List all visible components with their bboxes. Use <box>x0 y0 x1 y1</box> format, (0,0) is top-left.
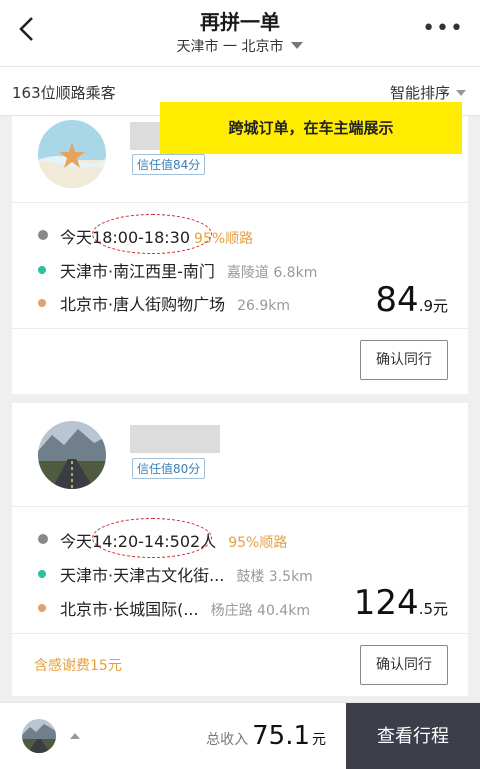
divider <box>12 633 468 634</box>
sort-dropdown[interactable]: 智能排序 <box>390 82 466 103</box>
divider <box>12 202 468 203</box>
order-card[interactable]: 信任值80分 今天14:20-14:502人 95%顺路 天津市·天津古文化街..… <box>12 403 468 696</box>
destination-distance: 杨庄路 40.4km <box>210 603 310 619</box>
total-income: 总收入 75.1 元 <box>206 721 326 751</box>
clock-icon <box>38 534 48 544</box>
passenger-avatar <box>38 421 106 489</box>
origin-row: 天津市·天津古文化街... 鼓楼 3.5km <box>38 562 313 586</box>
trust-badge: 信任值84分 <box>132 154 206 175</box>
passenger-count: 163位顺路乘客 <box>12 84 116 102</box>
driver-avatar[interactable] <box>22 719 56 753</box>
bottom-bar: 总收入 75.1 元 查看行程 <box>0 702 480 769</box>
destination-dot-icon <box>38 604 46 612</box>
passenger-avatar <box>38 120 106 188</box>
fare-decimal: .9元 <box>418 297 448 315</box>
origin-row: 天津市·南江西里-南门 嘉陵道 6.8km <box>38 258 317 282</box>
route-selector[interactable]: 天津市 一 北京市 <box>0 36 480 56</box>
income-value: 75.1 <box>252 721 310 751</box>
sort-label: 智能排序 <box>389 84 450 102</box>
divider <box>12 506 468 507</box>
trust-badge: 信任值80分 <box>132 458 206 479</box>
income-label: 总收入 <box>206 732 249 748</box>
order-card[interactable]: 信任值84分 今天18:00-18:30 95%顺路 天津市·南江西里-南门 嘉陵道… <box>12 116 468 394</box>
destination-address: 北京市·唐人街购物广场 <box>60 295 226 314</box>
origin-dot-icon <box>38 570 46 578</box>
chevron-up-icon[interactable] <box>70 733 80 739</box>
page-title: 再拼一单 <box>200 10 280 34</box>
destination-address: 北京市·长城国际(... <box>60 600 199 619</box>
income-unit: 元 <box>312 732 326 748</box>
match-rate: 95%顺路 <box>228 535 288 551</box>
trip-day: 今天 <box>60 228 93 247</box>
highlight-ellipse <box>92 518 212 558</box>
confirm-ride-button[interactable]: 确认同行 <box>360 645 448 685</box>
chevron-down-icon <box>291 42 304 49</box>
origin-address: 天津市·南江西里-南门 <box>60 262 215 281</box>
origin-address: 天津市·天津古文化街... <box>60 566 225 585</box>
fare-integer: 124 <box>353 583 419 623</box>
trip-day: 今天 <box>60 532 93 551</box>
view-trip-button[interactable]: 查看行程 <box>346 703 480 769</box>
destination-dot-icon <box>38 299 46 307</box>
route-label: 天津市 一 北京市 <box>176 39 284 55</box>
highlight-ellipse <box>92 214 212 254</box>
fare-price: 84.9元 <box>375 280 448 320</box>
destination-row: 北京市·长城国际(... 杨庄路 40.4km <box>38 596 310 620</box>
destination-row: 北京市·唐人街购物广场 26.9km <box>38 291 290 315</box>
destination-distance: 26.9km <box>237 298 291 314</box>
confirm-ride-button[interactable]: 确认同行 <box>360 340 448 380</box>
clock-icon <box>38 230 48 240</box>
passenger-name-redacted <box>130 122 162 150</box>
divider <box>12 328 468 329</box>
origin-distance: 嘉陵道 6.8km <box>226 265 318 281</box>
passenger-name-redacted <box>130 425 220 453</box>
fare-decimal: .5元 <box>418 600 448 618</box>
fare-price: 124.5元 <box>354 583 448 623</box>
origin-dot-icon <box>38 266 46 274</box>
more-options-icon[interactable]: ••• <box>422 16 464 41</box>
thanks-fee: 含感谢费15元 <box>34 658 122 674</box>
fare-integer: 84 <box>375 280 419 320</box>
chevron-down-icon <box>456 90 466 96</box>
cross-city-banner: 跨城订单，在车主端展示 <box>160 102 462 154</box>
app-header: 再拼一单 天津市 一 北京市 ••• <box>0 0 480 66</box>
origin-distance: 鼓楼 3.5km <box>236 569 313 585</box>
